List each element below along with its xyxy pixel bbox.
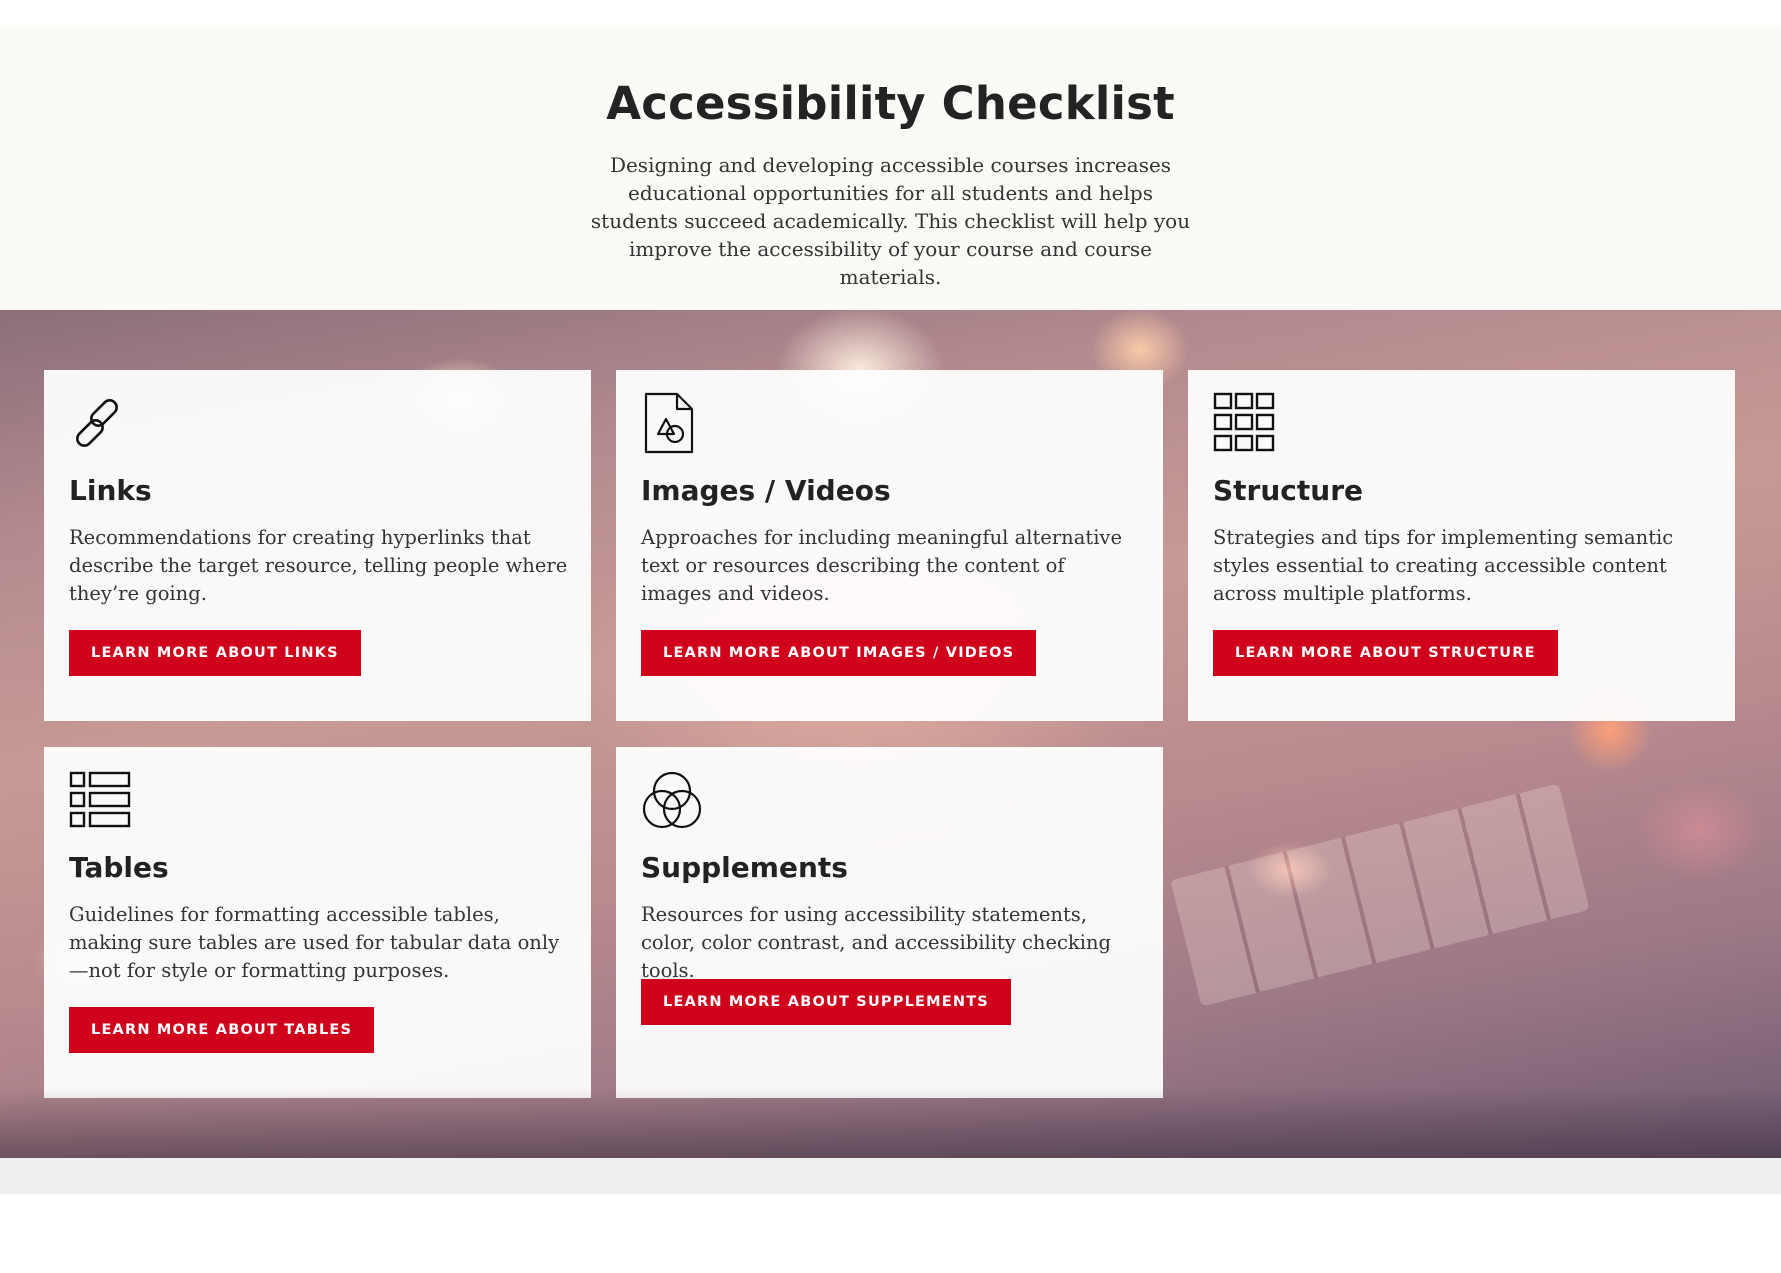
card-links: Links Recommendations for creating hyper… xyxy=(44,370,591,721)
learn-more-tables-button[interactable]: LEARN MORE ABOUT TABLES xyxy=(69,1007,375,1053)
card-supplements: Supplements Resources for using accessib… xyxy=(616,747,1163,1098)
learn-more-supplements-button[interactable]: LEARN MORE ABOUT SUPPLEMENTS xyxy=(641,979,1011,1025)
background-keyboard-image xyxy=(1170,783,1590,1007)
card-title: Tables xyxy=(69,851,169,884)
intro-section: Accessibility Checklist Designing and de… xyxy=(0,25,1781,310)
table-list-icon xyxy=(69,769,131,831)
card-title: Images / Videos xyxy=(641,474,891,507)
card-description: Strategies and tips for implementing sem… xyxy=(1213,526,1674,605)
card-title: Supplements xyxy=(641,851,848,884)
card-images-videos: Images / Videos Approaches for including… xyxy=(616,370,1163,721)
card-title: Structure xyxy=(1213,474,1364,507)
image-file-icon xyxy=(641,392,703,454)
grid-icon xyxy=(1213,392,1275,454)
page-title: Accessibility Checklist xyxy=(606,77,1175,130)
card-description: Guidelines for formatting accessible tab… xyxy=(69,903,560,982)
footer-divider xyxy=(0,1158,1781,1194)
card-description: Approaches for including meaningful alte… xyxy=(641,526,1122,605)
learn-more-images-videos-button[interactable]: LEARN MORE ABOUT IMAGES / VIDEOS xyxy=(641,630,1037,676)
card-description: Recommendations for creating hyperlinks … xyxy=(69,526,568,605)
card-structure: Structure Strategies and tips for implem… xyxy=(1188,370,1735,721)
card-title: Links xyxy=(69,474,152,507)
intro-text: Designing and developing accessible cour… xyxy=(590,153,1191,289)
link-icon xyxy=(69,392,131,454)
learn-more-structure-button[interactable]: LEARN MORE ABOUT STRUCTURE xyxy=(1213,630,1558,676)
card-tables: Tables Guidelines for formatting accessi… xyxy=(44,747,591,1098)
learn-more-links-button[interactable]: LEARN MORE ABOUT LINKS xyxy=(69,630,361,676)
card-description: Resources for using accessibility statem… xyxy=(641,903,1112,982)
venn-circles-icon xyxy=(641,769,703,831)
checklist-section: Links Recommendations for creating hyper… xyxy=(0,310,1781,1158)
